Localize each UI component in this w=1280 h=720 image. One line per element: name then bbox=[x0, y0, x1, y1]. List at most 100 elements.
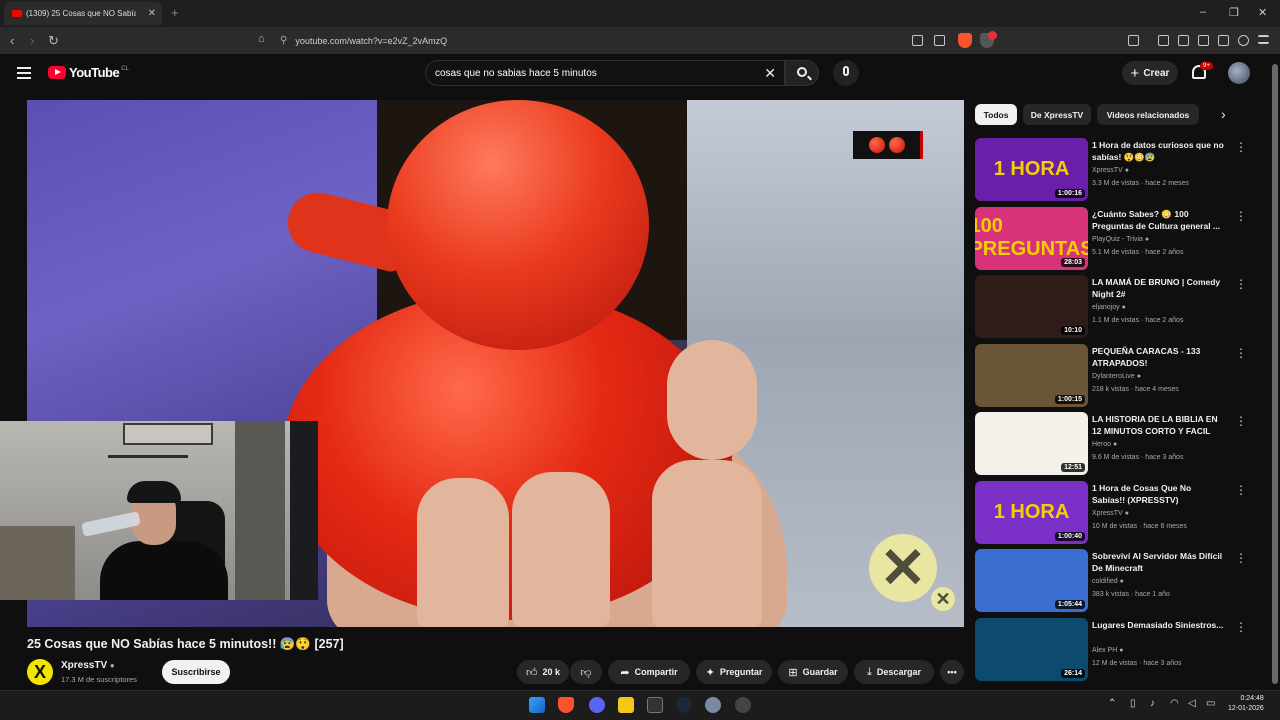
extensions-icon[interactable] bbox=[1218, 35, 1229, 46]
video-thumbnail[interactable]: 1 HORA 1:00:16 bbox=[975, 138, 1088, 201]
more-actions-button[interactable]: ••• bbox=[940, 660, 964, 684]
like-button[interactable]: 👍︎ 20 k bbox=[517, 660, 569, 684]
recommendation-title[interactable]: 1 Hora de Cosas Que No Sabías!! (XPRESST… bbox=[1092, 482, 1224, 506]
brave-shields-icon[interactable] bbox=[958, 33, 972, 48]
save-button[interactable]: ⊞ Guardar bbox=[778, 660, 848, 684]
steam-icon[interactable] bbox=[676, 697, 692, 713]
search-input[interactable]: cosas que no sabias hace 5 minutos ✕ bbox=[425, 60, 785, 86]
more-options-icon[interactable]: ⋮ bbox=[1235, 346, 1247, 360]
more-options-icon[interactable]: ⋮ bbox=[1235, 483, 1247, 497]
settings-gear-icon[interactable] bbox=[705, 697, 721, 713]
recommendation-title[interactable]: Lugares Demasiado Siniestros... bbox=[1092, 619, 1224, 631]
wallet-icon[interactable] bbox=[1198, 35, 1209, 46]
more-options-icon[interactable]: ⋮ bbox=[1235, 140, 1247, 154]
recommendation-title[interactable]: PEQUEÑA CARACAS - 133 ATRAPADOS! bbox=[1092, 345, 1224, 369]
microphone-tray-icon[interactable]: ♪ bbox=[1150, 698, 1155, 709]
usb-icon[interactable]: ▯ bbox=[1130, 698, 1136, 709]
windows-start-icon[interactable] bbox=[529, 697, 545, 713]
browser-tab[interactable]: (1309) 25 Cosas que NO Sabías hace 5 min… bbox=[4, 2, 162, 25]
account-avatar[interactable] bbox=[1228, 62, 1250, 84]
battery-icon[interactable]: ▭ bbox=[1206, 698, 1215, 709]
browser-menu-icon[interactable] bbox=[1258, 35, 1269, 44]
chip-todos[interactable]: Todos bbox=[975, 104, 1017, 125]
share-page-icon[interactable] bbox=[934, 35, 945, 46]
epic-games-icon[interactable] bbox=[647, 697, 663, 713]
vpn-icon[interactable] bbox=[1238, 35, 1249, 46]
chevron-right-icon[interactable]: › bbox=[1221, 106, 1226, 122]
window-close-button[interactable]: ✕ bbox=[1258, 6, 1267, 19]
site-info-icon[interactable]: ⚲ bbox=[280, 35, 287, 46]
end-card-overlay[interactable] bbox=[853, 131, 923, 159]
recommendation-item[interactable]: 12:51 LA HISTORIA DE LA BIBLIA EN 12 MINU… bbox=[975, 412, 1255, 476]
wifi-icon[interactable]: ◠ bbox=[1170, 698, 1179, 709]
recommendation-title[interactable]: ¿Cuánto Sabes? 😳 100 Preguntas de Cultur… bbox=[1092, 208, 1224, 232]
download-button[interactable]: ⤓ Descargar bbox=[854, 660, 934, 684]
more-options-icon[interactable]: ⋮ bbox=[1235, 277, 1247, 291]
search-button[interactable] bbox=[785, 60, 819, 86]
recommendation-item[interactable]: 1 HORA 1:00:40 1 Hora de Cosas Que No Sabí… bbox=[975, 480, 1255, 545]
sidebar-icon[interactable] bbox=[1178, 35, 1189, 46]
video-thumbnail[interactable]: 10:10 bbox=[975, 275, 1088, 338]
reload-icon[interactable]: ↻ bbox=[48, 33, 59, 49]
recommendation-item[interactable]: 1:05:44 Sobreviví Al Servidor Más Difícil… bbox=[975, 549, 1255, 613]
discord-icon[interactable] bbox=[589, 697, 605, 713]
ask-button[interactable]: ✦ Preguntar bbox=[696, 660, 772, 684]
recommendation-channel[interactable]: Alex PH ● bbox=[1092, 647, 1123, 654]
recommendation-channel[interactable]: Heroo ● bbox=[1092, 441, 1117, 448]
youtube-logo[interactable]: YouTube CL bbox=[48, 65, 129, 80]
recommendation-title[interactable]: 1 Hora de datos curiosos que no sabías! … bbox=[1092, 139, 1224, 163]
clear-search-icon[interactable]: ✕ bbox=[764, 65, 776, 82]
minimize-button[interactable]: – bbox=[1200, 6, 1206, 18]
tray-chevron-icon[interactable]: ⌃ bbox=[1108, 698, 1116, 709]
recommendation-channel[interactable]: PlayQuiz - Trivia ● bbox=[1092, 236, 1149, 243]
recommendation-title[interactable]: LA HISTORIA DE LA BIBLIA EN 12 MINUTOS C… bbox=[1092, 413, 1224, 437]
system-clock[interactable]: 0:24:48 12-01-2026 bbox=[1228, 694, 1264, 714]
recommendation-title[interactable]: LA MAMÁ DE BRUNO | Comedy Night 2# bbox=[1092, 276, 1224, 300]
recommendation-item[interactable]: 1 HORA 1:00:16 1 Hora de datos curiosos qu… bbox=[975, 138, 1255, 202]
video-thumbnail[interactable]: 1:00:15 bbox=[975, 343, 1088, 407]
subscribe-button[interactable]: Suscribirse bbox=[162, 660, 230, 684]
recommendation-item[interactable]: 100 PREGUNTAS 28:03 ¿Cuánto Sabes? 😳 100 P… bbox=[975, 206, 1255, 271]
recommendation-channel[interactable]: DylanteroLive ● bbox=[1092, 373, 1141, 380]
tab-close-icon[interactable]: ✕ bbox=[148, 8, 156, 19]
more-options-icon[interactable]: ⋮ bbox=[1235, 551, 1247, 565]
file-explorer-icon[interactable] bbox=[618, 697, 634, 713]
app-icon[interactable] bbox=[735, 697, 751, 713]
recommendation-channel[interactable]: XpressTV ● bbox=[1092, 510, 1129, 517]
new-tab-button[interactable]: + bbox=[171, 5, 179, 20]
dislike-button[interactable]: 👎︎ bbox=[570, 660, 602, 684]
video-thumbnail[interactable]: 1:05:44 bbox=[975, 549, 1088, 612]
forward-icon[interactable]: › bbox=[30, 33, 34, 48]
channel-avatar[interactable]: X bbox=[27, 659, 53, 685]
recommendation-item[interactable]: 10:10 LA MAMÁ DE BRUNO | Comedy Night 2# e… bbox=[975, 275, 1255, 339]
recommendation-channel[interactable]: XpressTV ● bbox=[1092, 167, 1129, 174]
more-options-icon[interactable]: ⋮ bbox=[1235, 414, 1247, 428]
brave-taskbar-icon[interactable] bbox=[558, 697, 574, 713]
volume-icon[interactable]: ◁ bbox=[1188, 698, 1196, 709]
bookmark-icon[interactable]: ⌂ bbox=[258, 33, 265, 45]
music-icon[interactable] bbox=[1158, 35, 1169, 46]
recommendation-channel[interactable]: eljanojoy ● bbox=[1092, 304, 1126, 311]
recommendation-item[interactable]: 26:14 Lugares Demasiado Siniestros... Alex… bbox=[975, 617, 1255, 682]
create-button[interactable]: + Crear bbox=[1122, 61, 1178, 85]
back-icon[interactable]: ‹ bbox=[10, 33, 14, 48]
address-bar[interactable]: ⚲ youtube.com/watch?v=e2vZ_2vAmzQ bbox=[280, 31, 1000, 50]
chip-de-xpresstv[interactable]: De XpressTV bbox=[1023, 104, 1091, 125]
page-scrollbar-thumb[interactable] bbox=[1272, 64, 1278, 684]
video-thumbnail[interactable]: 26:14 bbox=[975, 617, 1088, 681]
hamburger-menu-icon[interactable] bbox=[17, 67, 31, 82]
recommendation-channel[interactable]: coldified ● bbox=[1092, 578, 1124, 585]
chip-videos-relacionados[interactable]: Videos relacionados bbox=[1097, 104, 1199, 125]
screenshot-icon[interactable] bbox=[1128, 35, 1139, 46]
channel-name[interactable]: XpressTV ● bbox=[61, 660, 115, 671]
recommendation-title[interactable]: Sobreviví Al Servidor Más Difícil De Min… bbox=[1092, 550, 1224, 574]
share-button[interactable]: ➦ Compartir bbox=[608, 660, 690, 684]
more-options-icon[interactable]: ⋮ bbox=[1235, 209, 1247, 223]
more-options-icon[interactable]: ⋮ bbox=[1235, 620, 1247, 634]
video-thumbnail[interactable]: 100 PREGUNTAS 28:03 bbox=[975, 206, 1088, 270]
recommendation-item[interactable]: 1:00:15 PEQUEÑA CARACAS - 133 ATRAPADOS! D… bbox=[975, 343, 1255, 408]
cast-icon[interactable] bbox=[912, 35, 923, 46]
video-thumbnail[interactable]: 1 HORA 1:00:40 bbox=[975, 480, 1088, 544]
video-thumbnail[interactable]: 12:51 bbox=[975, 412, 1088, 475]
maximize-button[interactable]: ❐ bbox=[1229, 6, 1239, 19]
